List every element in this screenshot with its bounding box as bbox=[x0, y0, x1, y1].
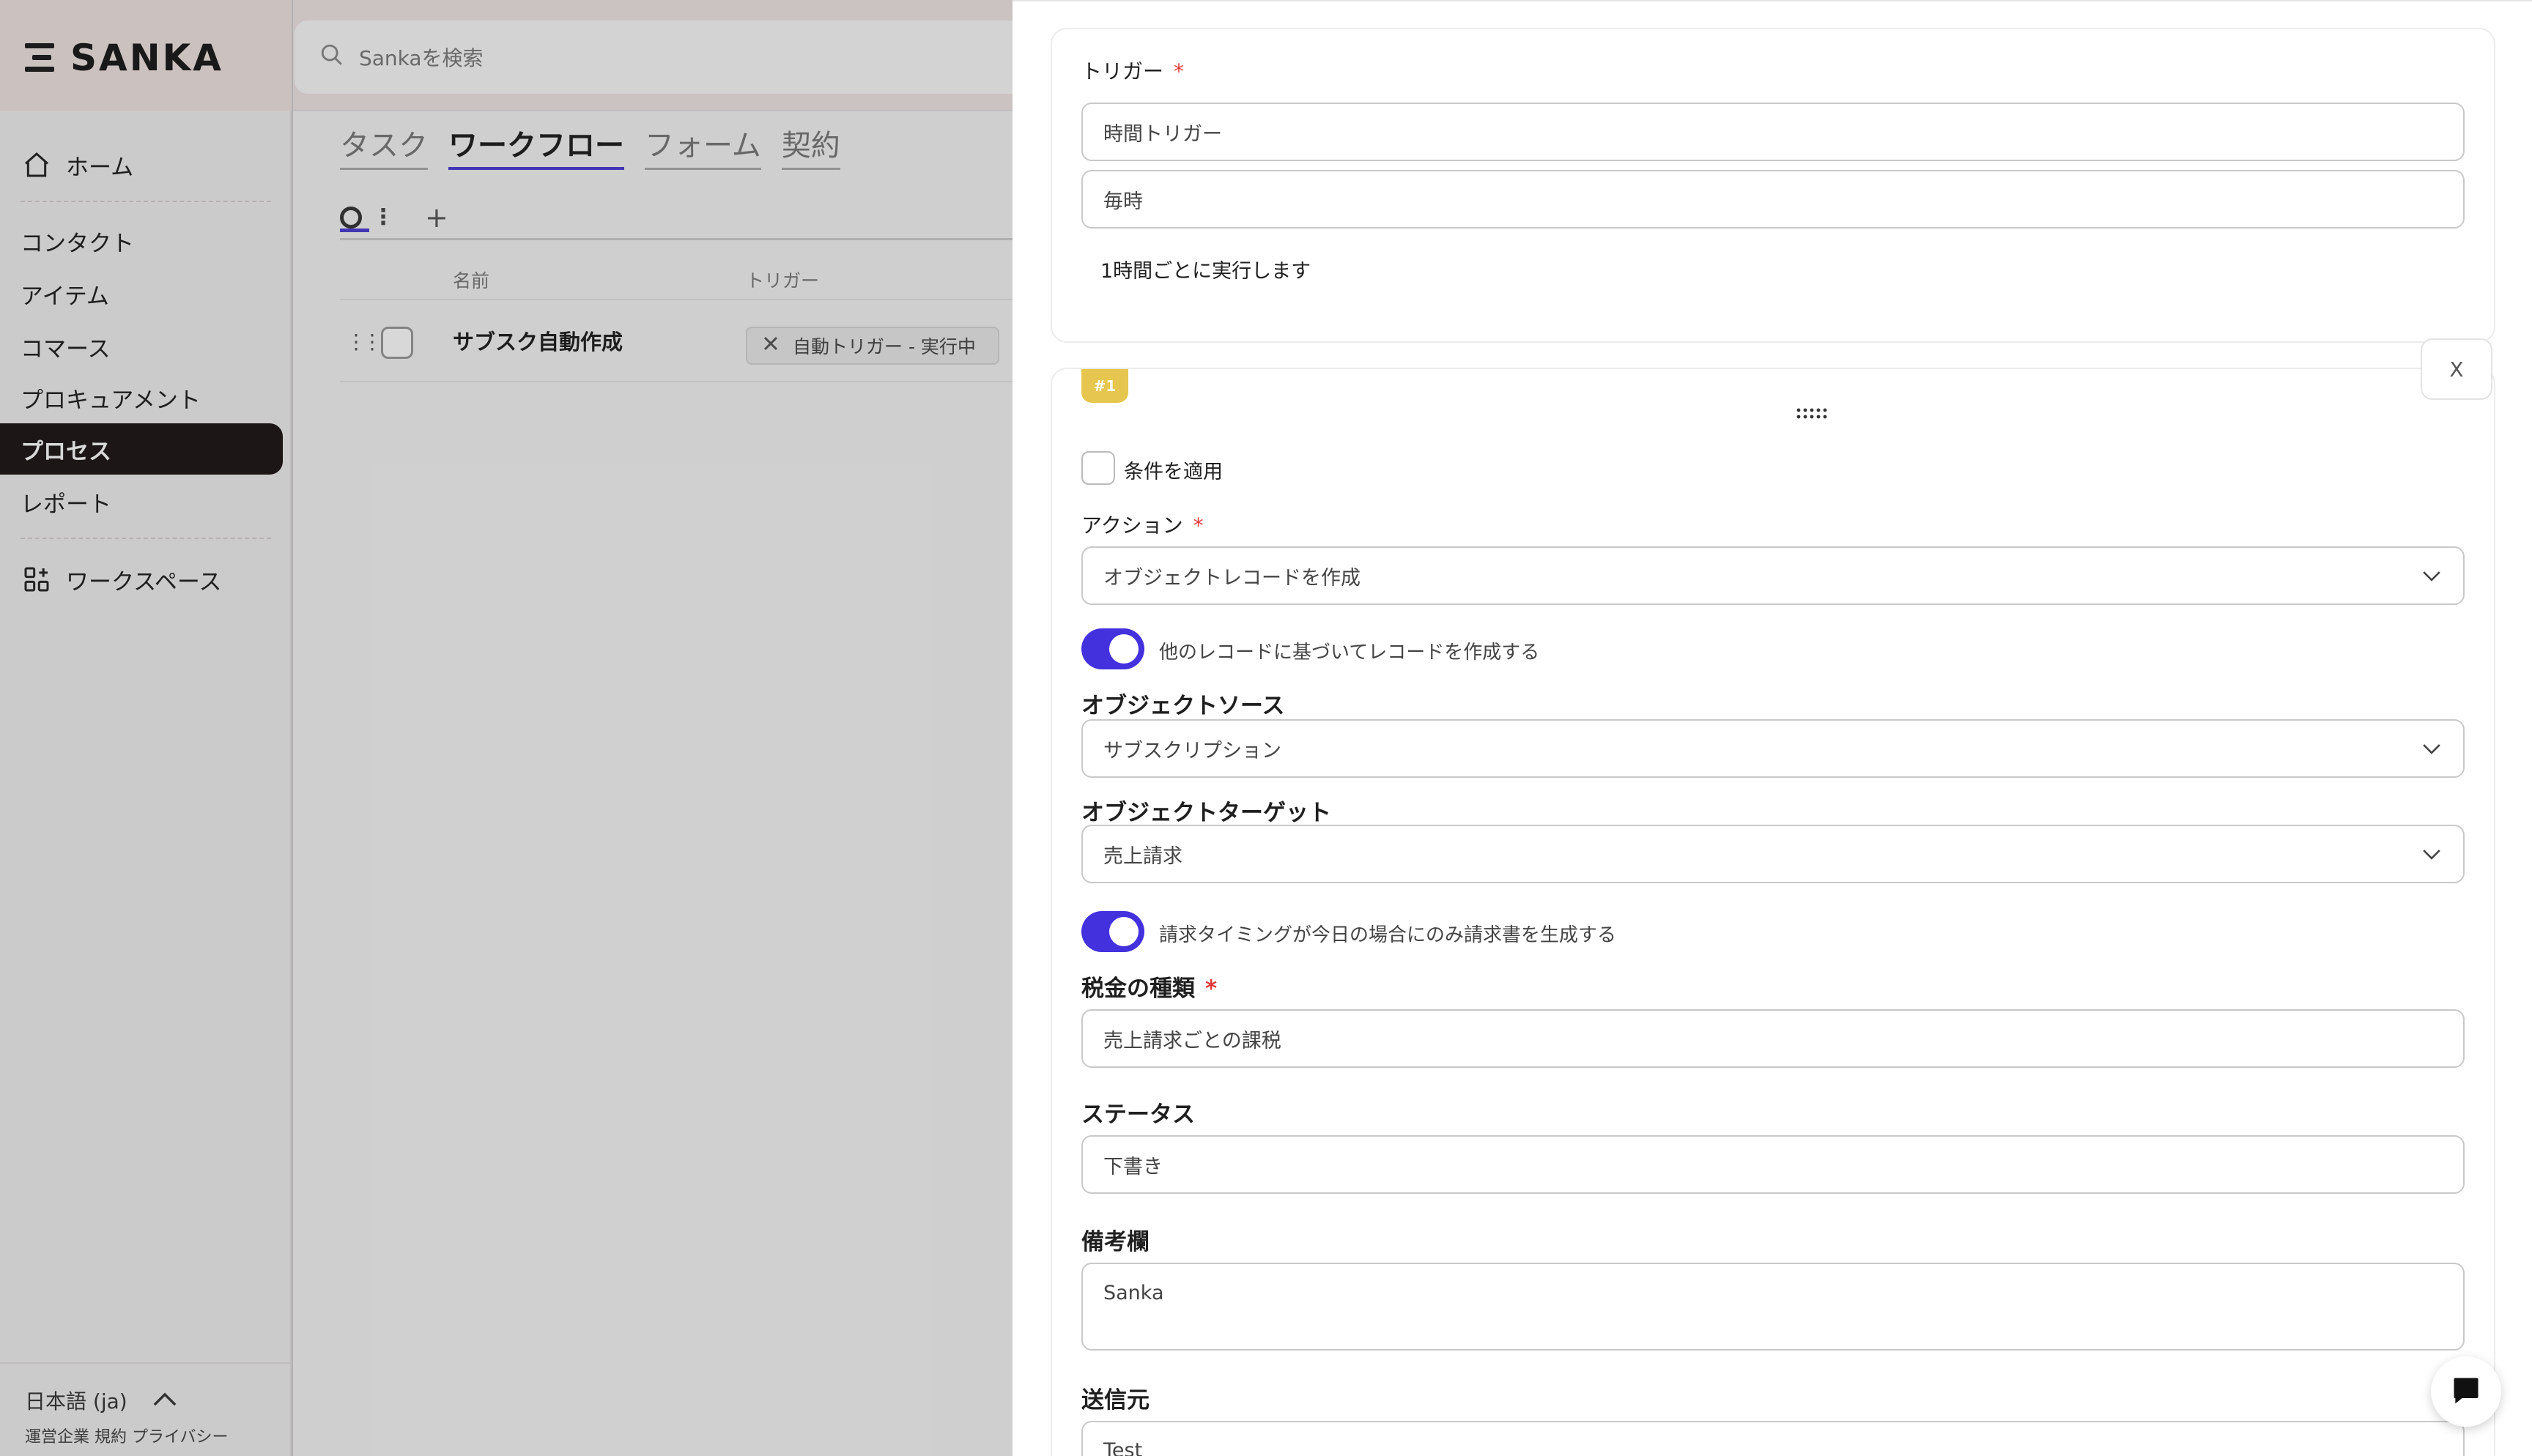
notes-textarea[interactable]: Sanka bbox=[1081, 1263, 2465, 1351]
trigger-card: トリガー * 時間トリガー 毎時 1時間ごとに実行します bbox=[1051, 28, 2495, 343]
trigger-description: 1時間ごとに実行します bbox=[1100, 260, 1311, 283]
chat-icon bbox=[2450, 1374, 2482, 1409]
object-target-select[interactable]: 売上請求 bbox=[1081, 825, 2465, 883]
drag-handle-icon[interactable] bbox=[1796, 407, 1829, 423]
notes-label: 備考欄 bbox=[1081, 1229, 1150, 1255]
billing-timing-label: 請求タイミングが今日の場合にのみ請求書を生成する bbox=[1159, 924, 1617, 946]
action-label: アクション * bbox=[1081, 513, 1204, 538]
status-label: ステータス bbox=[1081, 1102, 1195, 1128]
status-field[interactable]: 下書き bbox=[1081, 1135, 2465, 1194]
tax-type-field[interactable]: 売上請求ごとの課税 bbox=[1081, 1009, 2465, 1068]
sender-label: 送信元 bbox=[1081, 1387, 1150, 1414]
based-on-record-toggle[interactable] bbox=[1081, 628, 1144, 669]
billing-timing-toggle[interactable] bbox=[1081, 911, 1144, 952]
action-card: #1 X 条件を適用 アクション * オブジェクトレコードを作成 他のレコードに基… bbox=[1051, 338, 2495, 1456]
tax-type-label: 税金の種類 * bbox=[1081, 976, 1218, 1002]
modal-backdrop[interactable] bbox=[0, 0, 1013, 1456]
trigger-type-field[interactable]: 時間トリガー bbox=[1081, 103, 2465, 161]
step-badge: #1 bbox=[1081, 369, 1128, 403]
workflow-editor-panel: トリガー * 時間トリガー 毎時 1時間ごとに実行します #1 X 条件を適用 ア… bbox=[1013, 0, 2532, 1456]
apply-condition-checkbox[interactable] bbox=[1081, 451, 1115, 485]
apply-condition-label: 条件を適用 bbox=[1124, 461, 1223, 483]
object-source-label: オブジェクトソース bbox=[1081, 693, 1285, 719]
action-select[interactable]: オブジェクトレコードを作成 bbox=[1081, 546, 2465, 605]
trigger-label: トリガー * bbox=[1081, 59, 1185, 83]
chat-support-button[interactable] bbox=[2431, 1356, 2501, 1427]
chevron-down-icon bbox=[2422, 565, 2441, 587]
chevron-down-icon bbox=[2422, 738, 2441, 760]
object-target-label: オブジェクトターゲット bbox=[1081, 800, 1331, 826]
object-source-select[interactable]: サブスクリプション bbox=[1081, 719, 2465, 778]
sender-field[interactable]: Test bbox=[1081, 1421, 2465, 1456]
based-on-record-label: 他のレコードに基づいてレコードを作成する bbox=[1159, 642, 1540, 664]
chevron-down-icon bbox=[2422, 843, 2441, 866]
trigger-frequency-field[interactable]: 毎時 bbox=[1081, 170, 2465, 229]
remove-action-button[interactable]: X bbox=[2421, 338, 2492, 400]
